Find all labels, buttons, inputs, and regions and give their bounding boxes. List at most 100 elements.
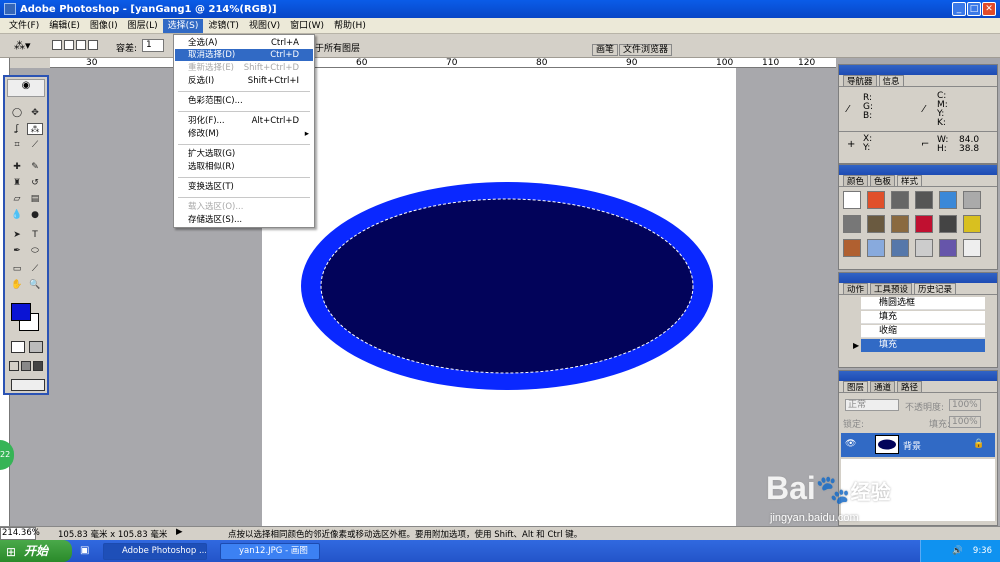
tab-layers[interactable]: 图层 [843,381,869,393]
blend-mode-select[interactable]: 正常 [845,399,899,411]
eyedropper-icon[interactable]: ⟋ [27,263,43,275]
style-swatch[interactable] [843,191,861,209]
minimize-button[interactable]: _ [952,2,966,16]
dodge-icon[interactable]: ● [27,209,43,221]
menu-help[interactable]: 帮助(H) [329,19,371,33]
notes-icon[interactable]: ▭ [9,263,25,275]
style-swatch[interactable] [939,239,957,257]
task-photoshop[interactable]: Adobe Photoshop ... [103,543,207,560]
opacity-input[interactable]: 100% [949,399,981,411]
jump-to-imageready-icon[interactable] [11,379,45,391]
style-swatch[interactable] [939,191,957,209]
history-brush-icon[interactable]: ↺ [27,177,43,189]
quick-launch-icon[interactable]: ▣ [80,545,89,556]
menu-view[interactable]: 视图(V) [244,19,285,33]
document-canvas[interactable] [262,68,736,526]
move-icon[interactable]: ✥ [27,107,43,119]
style-swatch[interactable] [891,191,909,209]
style-swatch[interactable] [915,191,933,209]
menu-item-deselect[interactable]: 取消选择(D) Ctrl+D [175,49,313,61]
intersect-selection-icon[interactable] [88,40,98,50]
menu-item-save-selection[interactable]: 存储选区(S)... [175,214,313,226]
zoom-icon[interactable]: 🔍 [27,279,43,291]
magic-wand-icon[interactable]: ⁂▾ [14,39,31,52]
menu-edit[interactable]: 编辑(E) [44,19,85,33]
screen-mode-2-icon[interactable] [21,361,31,371]
task-paint[interactable]: yan12.JPG - 画图 [220,543,320,560]
add-selection-icon[interactable] [64,40,74,50]
style-swatch[interactable] [867,191,885,209]
tab-brushes[interactable]: 画笔 [592,44,619,56]
pen-icon[interactable]: ✒ [9,245,25,257]
crop-icon[interactable]: ⌗ [9,139,25,151]
type-icon[interactable]: T [27,229,43,241]
close-button[interactable]: ✕ [982,2,996,16]
menu-image[interactable]: 图像(I) [85,19,123,33]
style-swatch[interactable] [963,191,981,209]
eraser-icon[interactable]: ▱ [9,193,25,205]
gradient-icon[interactable]: ▤ [27,193,43,205]
tolerance-input[interactable]: 1 [142,39,164,52]
new-selection-icon[interactable] [52,40,62,50]
tab-tool-presets[interactable]: 工具预设 [870,283,913,295]
history-item[interactable]: 填充 [861,311,985,324]
menu-item-inverse[interactable]: 反选(I) Shift+Ctrl+I [175,75,313,87]
subtract-selection-icon[interactable] [76,40,86,50]
menu-select[interactable]: 选择(S) [162,18,204,33]
history-item-current[interactable]: 填充 [861,339,985,352]
menu-item-select-all[interactable]: 全选(A) Ctrl+A [175,37,313,49]
menu-window[interactable]: 窗口(W) [285,19,329,33]
tray-icon[interactable]: 🔊 [952,546,963,556]
photoshop-eye-icon[interactable]: ◉ [7,79,45,97]
maximize-button[interactable]: □ [967,2,981,16]
marquee-icon[interactable]: ◯ [9,107,25,119]
tab-swatches[interactable]: 色板 [870,175,896,187]
path-select-icon[interactable]: ➤ [9,229,25,241]
style-swatch[interactable] [963,239,981,257]
tab-navigator[interactable]: 导航器 [843,75,877,87]
tab-channels[interactable]: 通道 [870,381,896,393]
menu-item-transform-selection[interactable]: 变换选区(T) [175,181,313,193]
blur-icon[interactable]: 💧 [9,209,25,221]
visibility-eye-icon[interactable]: 👁 [845,439,856,449]
quick-mask-icon[interactable] [29,341,43,353]
lasso-icon[interactable]: ʆ [9,123,25,135]
zoom-level[interactable]: 214.36% [0,527,40,540]
hand-icon[interactable]: ✋ [9,279,25,291]
style-swatch[interactable] [867,215,885,233]
menu-filter[interactable]: 滤镜(T) [203,19,244,33]
foreground-color-swatch[interactable] [11,303,31,321]
style-swatch[interactable] [891,239,909,257]
menu-file[interactable]: 文件(F) [4,19,44,33]
menu-item-feather[interactable]: 羽化(F)... Alt+Ctrl+D [175,115,313,127]
standard-mode-icon[interactable] [11,341,25,353]
history-item[interactable]: 椭圆选框 [861,297,985,310]
tab-history[interactable]: 历史记录 [914,283,957,295]
menu-item-grow[interactable]: 扩大选取(G) [175,148,313,160]
tab-color[interactable]: 颜色 [843,175,869,187]
healing-icon[interactable]: ✚ [9,161,25,173]
brush-icon[interactable]: ✎ [27,161,43,173]
style-swatch[interactable] [915,215,933,233]
menu-item-modify[interactable]: 修改(M) ▸ [175,128,313,140]
screen-mode-1-icon[interactable] [9,361,19,371]
style-swatch[interactable] [891,215,909,233]
fill-input[interactable]: 100% [949,416,981,428]
tab-actions[interactable]: 动作 [843,283,869,295]
shape-icon[interactable]: ⬭ [27,245,43,257]
tab-info[interactable]: 信息 [878,75,904,87]
menu-layer[interactable]: 图层(L) [123,19,163,33]
style-swatch[interactable] [867,239,885,257]
style-swatch[interactable] [843,215,861,233]
style-swatch[interactable] [963,215,981,233]
status-arrow-icon[interactable]: ▶ [176,527,183,537]
slice-icon[interactable]: ⟋ [27,139,43,151]
menu-item-similar[interactable]: 选取相似(R) [175,161,313,173]
menu-item-color-range[interactable]: 色彩范围(C)... [175,95,313,107]
style-swatch[interactable] [843,239,861,257]
history-item[interactable]: 收缩 [861,325,985,338]
tab-styles[interactable]: 样式 [897,175,923,187]
tab-file-browser[interactable]: 文件浏览器 [619,44,673,56]
style-swatch[interactable] [939,215,957,233]
screen-mode-3-icon[interactable] [33,361,43,371]
